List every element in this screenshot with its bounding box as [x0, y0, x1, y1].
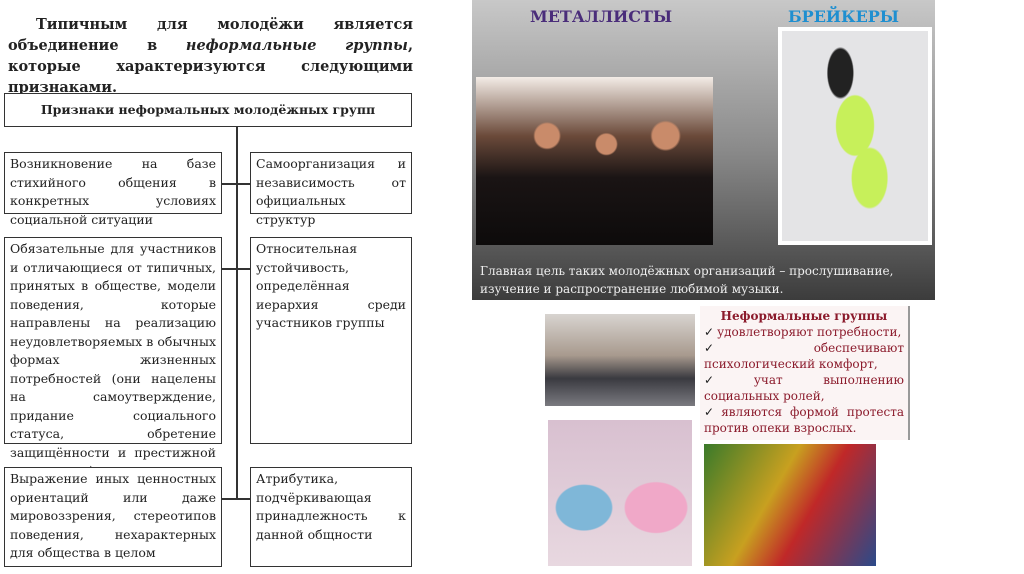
anime-fans-photo — [548, 420, 692, 566]
scooter-group-photo — [545, 314, 695, 406]
feature-box: Самоорганизация и независимость от офици… — [250, 152, 412, 227]
list-item: ✓ учат выполнению социальных ролей, — [704, 372, 904, 404]
feature-box: Возникновение на базе стихийного общения… — [4, 152, 222, 227]
panel-caption: Главная цель таких молодёжных организаци… — [480, 264, 894, 296]
check-icon: ✓ — [704, 341, 811, 355]
breakers-photo — [778, 27, 932, 245]
breakers-title: БРЕЙКЕРЫ — [788, 7, 900, 26]
item-text: являются формой протеста против опеки вз… — [704, 405, 904, 435]
intro-italic: неформальные группы — [185, 37, 408, 54]
check-icon: ✓ — [704, 405, 719, 419]
informal-groups-box: Неформальные группы ✓ удовлетворяют потре… — [700, 306, 910, 440]
connector — [222, 268, 250, 270]
feature-box: Атрибутика, подчёркивающая принадлежност… — [250, 467, 412, 567]
dancers-photo — [704, 444, 876, 566]
intro-text: Типичным для молодёжи является объединен… — [8, 14, 413, 98]
feature-box: Выражение иных ценностных ориентаций или… — [4, 467, 222, 567]
connector — [222, 498, 250, 500]
groups-title: Неформальные группы — [720, 309, 888, 323]
metalheads-photo — [476, 77, 713, 245]
list-item: ✓ удовлетворяют потребности, — [704, 324, 904, 340]
feature-box: Относительная устойчивость, определённая… — [250, 237, 412, 444]
connector — [222, 183, 250, 185]
item-text: удовлетворяют потребности, — [717, 325, 902, 339]
list-item: ✓ обеспечивают психологический комфорт, — [704, 340, 904, 372]
diagram-header: Признаки неформальных молодёжных групп — [4, 93, 412, 127]
feature-box: Обязательные для участников и отличающие… — [4, 237, 222, 478]
metal-title: МЕТАЛЛИСТЫ — [530, 7, 673, 26]
list-item: ✓ являются формой протеста против опеки в… — [704, 404, 904, 436]
check-icon: ✓ — [704, 325, 715, 339]
check-icon: ✓ — [704, 373, 751, 387]
